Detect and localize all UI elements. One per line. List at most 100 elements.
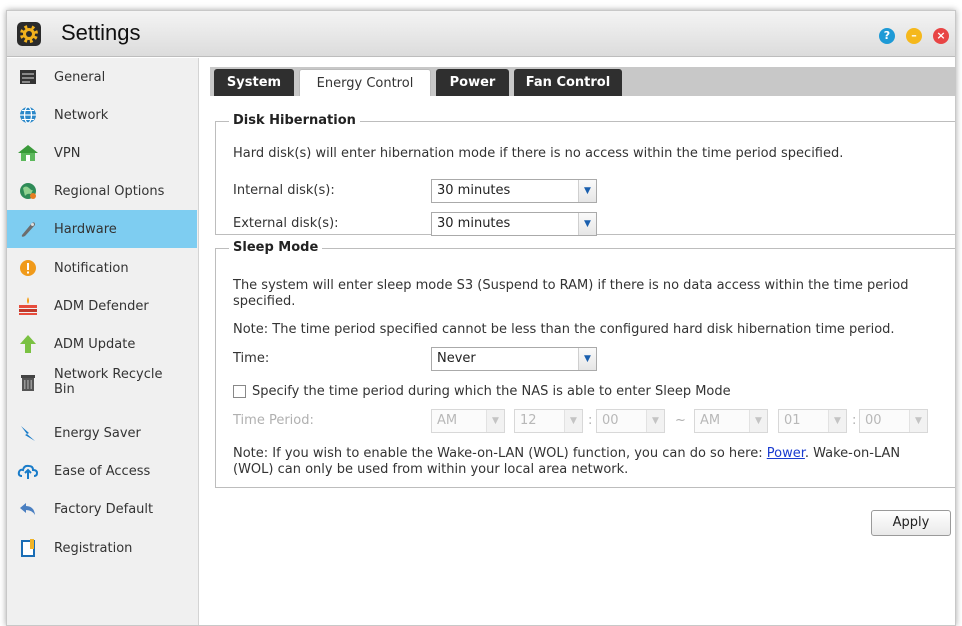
chevron-down-icon: ▼ [564, 410, 582, 432]
chevron-down-icon: ▼ [578, 348, 596, 370]
registration-icon [17, 537, 39, 559]
general-icon [17, 66, 39, 88]
sidebar-item-label: Hardware [54, 221, 117, 237]
end-hour-value: 01 [784, 413, 801, 428]
end-ampm-value: AM [700, 413, 721, 428]
chevron-down-icon: ▼ [646, 410, 664, 432]
chevron-down-icon: ▼ [828, 410, 846, 432]
start-ampm-select[interactable]: AM ▼ [431, 409, 505, 433]
firewall-icon [17, 295, 39, 317]
end-hour-select[interactable]: 01 ▼ [778, 409, 847, 433]
wol-note-line-1: Note: If you wish to enable the Wake-on-… [233, 446, 953, 462]
start-minute-value: 00 [602, 413, 619, 428]
power-link[interactable]: Power [767, 446, 805, 461]
end-ampm-select[interactable]: AM ▼ [694, 409, 768, 433]
sleep-mode-description-1: The system will enter sleep mode S3 (Sus… [233, 278, 909, 293]
tab-energy-control[interactable]: Energy Control [299, 69, 431, 96]
time-period-label: Time Period: [233, 413, 314, 428]
sidebar-item-label: VPN [54, 145, 81, 161]
disk-hibernation-legend: Disk Hibernation [229, 113, 360, 128]
settings-window: Settings ? – × General Network VPN Regio… [6, 10, 956, 626]
sidebar-item-label: Factory Default [54, 501, 154, 517]
sleep-mode-note: Note: The time period specified cannot b… [233, 322, 895, 337]
external-disk-label: External disk(s): [233, 216, 339, 231]
sidebar-item-hardware[interactable]: Hardware [7, 210, 197, 248]
title-bar: Settings ? – × [7, 11, 955, 57]
internal-disk-select[interactable]: 30 minutes ▼ [431, 179, 597, 203]
sleep-mode-legend: Sleep Mode [229, 240, 323, 255]
time-select[interactable]: Never ▼ [431, 347, 597, 371]
energy-icon [17, 422, 39, 444]
wol-note-suffix: . Wake-on-LAN [804, 446, 901, 461]
sidebar-item-regional-options[interactable]: Regional Options [7, 172, 197, 210]
help-icon[interactable]: ? [879, 28, 895, 44]
time-value: Never [437, 351, 476, 366]
alert-icon [17, 257, 39, 279]
specify-time-period-label: Specify the time period during which the… [252, 384, 731, 399]
undo-icon [17, 498, 39, 520]
start-ampm-value: AM [437, 413, 458, 428]
tab-bar: System Energy Control Power Fan Control [210, 67, 955, 96]
sidebar-item-label: Ease of Access [54, 463, 151, 479]
cloud-upload-icon [17, 460, 39, 482]
update-arrow-icon [17, 333, 39, 355]
chevron-down-icon: ▼ [578, 180, 596, 202]
apply-button[interactable]: Apply [871, 510, 951, 536]
sidebar-item-registration[interactable]: Registration [7, 529, 197, 567]
wol-note-line-2: (WOL) can only be used from within your … [233, 462, 629, 477]
chevron-down-icon: ▼ [578, 213, 596, 235]
chevron-down-icon: ▼ [909, 410, 927, 432]
sidebar-item-label: Network Recycle Bin [54, 367, 163, 397]
chevron-down-icon: ▼ [749, 410, 767, 432]
end-minute-value: 00 [865, 413, 882, 428]
sidebar-item-factory-default[interactable]: Factory Default [7, 490, 197, 528]
sleep-mode-description-2: specified. [233, 294, 296, 309]
sidebar-item-label: Notification [54, 260, 129, 276]
start-colon: : [588, 413, 593, 428]
sidebar-item-vpn[interactable]: VPN [7, 134, 197, 172]
specify-time-period-checkbox[interactable] [233, 385, 246, 398]
minimize-icon[interactable]: – [906, 28, 922, 44]
sidebar-item-network-recycle-bin[interactable]: Network Recycle Bin [7, 363, 197, 401]
settings-app-icon [17, 22, 41, 46]
sidebar-item-network[interactable]: Network [7, 96, 197, 134]
start-hour-select[interactable]: 12 ▼ [514, 409, 583, 433]
sidebar-item-adm-defender[interactable]: ADM Defender [7, 287, 197, 325]
start-hour-value: 12 [520, 413, 537, 428]
sidebar-item-label: ADM Defender [54, 298, 149, 314]
tab-system[interactable]: System [214, 69, 294, 96]
globe-icon [17, 104, 39, 126]
tab-power[interactable]: Power [436, 69, 509, 96]
range-separator: ~ [675, 413, 686, 428]
sidebar-item-label: General [54, 69, 106, 85]
sidebar-item-label: Registration [54, 540, 133, 556]
external-disk-select[interactable]: 30 minutes ▼ [431, 212, 597, 236]
start-minute-select[interactable]: 00 ▼ [596, 409, 665, 433]
wol-note-prefix: Note: If you wish to enable the Wake-on-… [233, 446, 767, 461]
sidebar-item-label: Energy Saver [54, 425, 141, 441]
disk-hibernation-description: Hard disk(s) will enter hibernation mode… [233, 146, 844, 161]
sidebar-item-energy-saver[interactable]: Energy Saver [7, 414, 197, 452]
sidebar-item-general[interactable]: General [7, 58, 197, 96]
chevron-down-icon: ▼ [486, 410, 504, 432]
time-label: Time: [233, 351, 270, 366]
external-disk-value: 30 minutes [437, 216, 511, 231]
sidebar-item-label: ADM Update [54, 336, 136, 352]
internal-disk-label: Internal disk(s): [233, 183, 335, 198]
sidebar-item-label: Network [54, 107, 109, 123]
tab-fan-control[interactable]: Fan Control [514, 69, 622, 96]
window-title: Settings [61, 20, 141, 45]
sidebar-item-notification[interactable]: Notification [7, 249, 197, 287]
sidebar-item-label: Regional Options [54, 183, 165, 199]
sidebar-item-adm-update[interactable]: ADM Update [7, 325, 197, 363]
disk-hibernation-group: Disk Hibernation Hard disk(s) will enter… [215, 113, 955, 236]
trash-icon [17, 371, 39, 393]
close-icon[interactable]: × [933, 28, 949, 44]
sidebar: General Network VPN Regional Options Har… [7, 58, 199, 625]
sleep-mode-group: Sleep Mode The system will enter sleep m… [215, 240, 955, 488]
sidebar-item-ease-of-access[interactable]: Ease of Access [7, 452, 197, 490]
regional-icon [17, 180, 39, 202]
end-colon: : [852, 413, 857, 428]
vpn-icon [17, 142, 39, 164]
end-minute-select[interactable]: 00 ▼ [859, 409, 928, 433]
